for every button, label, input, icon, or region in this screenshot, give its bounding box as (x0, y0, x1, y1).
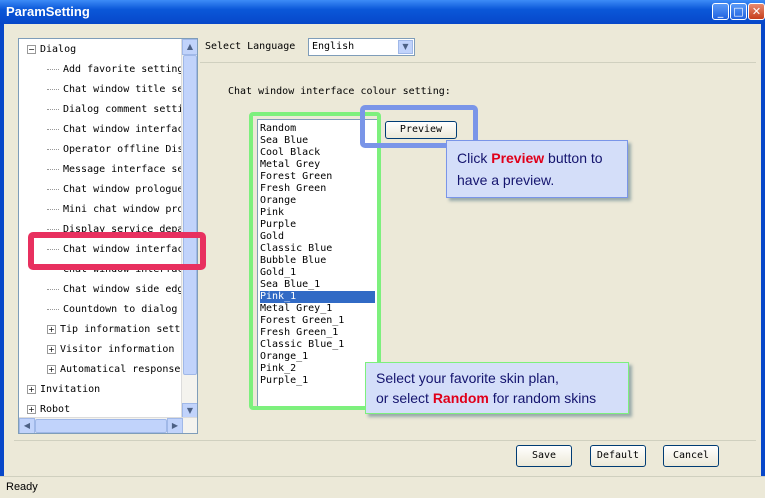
window-frame-left (0, 24, 4, 498)
expand-icon[interactable]: + (27, 384, 36, 394)
tree-connector (47, 188, 59, 190)
tree-item[interactable]: Operator offline Dis (47, 140, 183, 160)
bottom-divider (14, 440, 756, 441)
tree-item[interactable]: Chat window title se (47, 80, 183, 100)
tree-connector (47, 128, 59, 130)
listbox-highlight-box (249, 112, 381, 410)
tree-connector (47, 108, 59, 110)
cancel-button[interactable]: Cancel (663, 445, 719, 467)
title-bar: ParamSetting (0, 0, 765, 24)
scroll-right-icon[interactable]: ▶ (167, 418, 183, 433)
tree-item[interactable]: + Invitation (27, 380, 100, 400)
window-title: ParamSetting (6, 4, 90, 19)
tree-connector (47, 288, 59, 290)
tree-horizontal-scrollbar[interactable]: ◀ ▶ (19, 417, 197, 433)
tree-item[interactable]: Mini chat window pro (47, 200, 183, 220)
tree-item[interactable]: + Visitor information (47, 340, 174, 360)
expand-icon[interactable]: + (27, 404, 36, 414)
preview-tip-text-before: Click (457, 150, 492, 166)
window-frame-right (761, 24, 765, 498)
skin-tip-highlight: Random (432, 390, 489, 406)
tree-item[interactable]: − Dialog (27, 40, 76, 60)
status-text: Ready (6, 481, 38, 493)
tree-item-label: Visitor information (60, 344, 175, 355)
tree-item-label: Robot (40, 404, 71, 415)
tree-item-label: Chat window interfac (63, 124, 184, 135)
tree-hscroll-thumb[interactable] (35, 419, 167, 433)
maximize-icon[interactable]: □ (730, 3, 747, 20)
tree-item[interactable]: Message interface se (47, 160, 183, 180)
status-bar: Ready (0, 476, 765, 498)
scroll-up-icon[interactable]: ▲ (182, 39, 197, 55)
tree-connector (47, 88, 59, 90)
collapse-icon[interactable]: − (27, 44, 36, 54)
skin-tip: Select your favorite skin plan, or selec… (365, 362, 629, 414)
minimize-icon[interactable]: _ (712, 3, 729, 20)
expand-icon[interactable]: + (47, 324, 56, 334)
language-value: English (312, 41, 355, 52)
tree-item-label: Message interface se (63, 164, 184, 175)
tree-item-label: Tip information sett (60, 324, 181, 335)
skin-tip-line1: Select your favorite skin plan, (376, 370, 559, 386)
skin-tip-text-before: or select (376, 390, 433, 406)
language-label: Select Language (205, 41, 296, 52)
tree-item[interactable]: + Automatical response (47, 360, 180, 380)
default-button[interactable]: Default (590, 445, 646, 467)
tree-item[interactable]: Add favorite setting (47, 60, 183, 80)
skin-tip-text-after: for random skins (488, 390, 597, 406)
chevron-down-icon[interactable]: ▼ (398, 40, 413, 54)
preview-tip-highlight: Preview (491, 150, 545, 166)
tree-connector (47, 208, 59, 210)
tree-item-label: Invitation (40, 384, 101, 395)
tree-highlight-box (28, 232, 206, 270)
tree-item-label: Operator offline Dis (63, 144, 184, 155)
tree-item-label: Automatical response (60, 364, 181, 375)
tree-item-label: Dialog comment setti (63, 104, 184, 115)
language-select[interactable]: English ▼ (308, 38, 415, 56)
preview-button[interactable]: Preview (385, 121, 457, 139)
save-button[interactable]: Save (516, 445, 572, 467)
tree-connector (47, 308, 59, 310)
colour-setting-label: Chat window interface colour setting: (228, 86, 451, 97)
tree-item-label: Add favorite setting (63, 64, 184, 75)
preview-tip: Click Preview button to have a preview. (446, 140, 628, 198)
expand-icon[interactable]: + (47, 344, 56, 354)
tree-item[interactable]: Chat window prologue (47, 180, 183, 200)
tree-item[interactable]: Countdown to dialog (47, 300, 177, 320)
tree-item[interactable]: + Tip information sett (47, 320, 180, 340)
tree-item-label: Countdown to dialog (63, 304, 178, 315)
tree-item-label: Mini chat window pro (63, 204, 184, 215)
tree-connector (47, 168, 59, 170)
tree-item[interactable]: Chat window interfac (47, 120, 183, 140)
tree-item-label: Chat window side edg (63, 284, 184, 295)
tree-item[interactable]: Chat window side edg (47, 280, 183, 300)
tree-connector (47, 148, 59, 150)
tree-item-label: Chat window title se (63, 84, 184, 95)
close-icon[interactable]: ✕ (748, 3, 765, 20)
tree-connector (47, 68, 59, 70)
tree-scroll-thumb[interactable] (183, 55, 197, 375)
tree-item-label: Dialog (40, 44, 77, 55)
tree-vertical-scrollbar[interactable]: ▲ ▼ (181, 39, 197, 419)
tree-item-label: Chat window prologue (63, 184, 184, 195)
tree-connector (47, 228, 59, 230)
scroll-left-icon[interactable]: ◀ (19, 418, 35, 433)
tree-item[interactable]: Dialog comment setti (47, 100, 183, 120)
expand-icon[interactable]: + (47, 364, 56, 374)
